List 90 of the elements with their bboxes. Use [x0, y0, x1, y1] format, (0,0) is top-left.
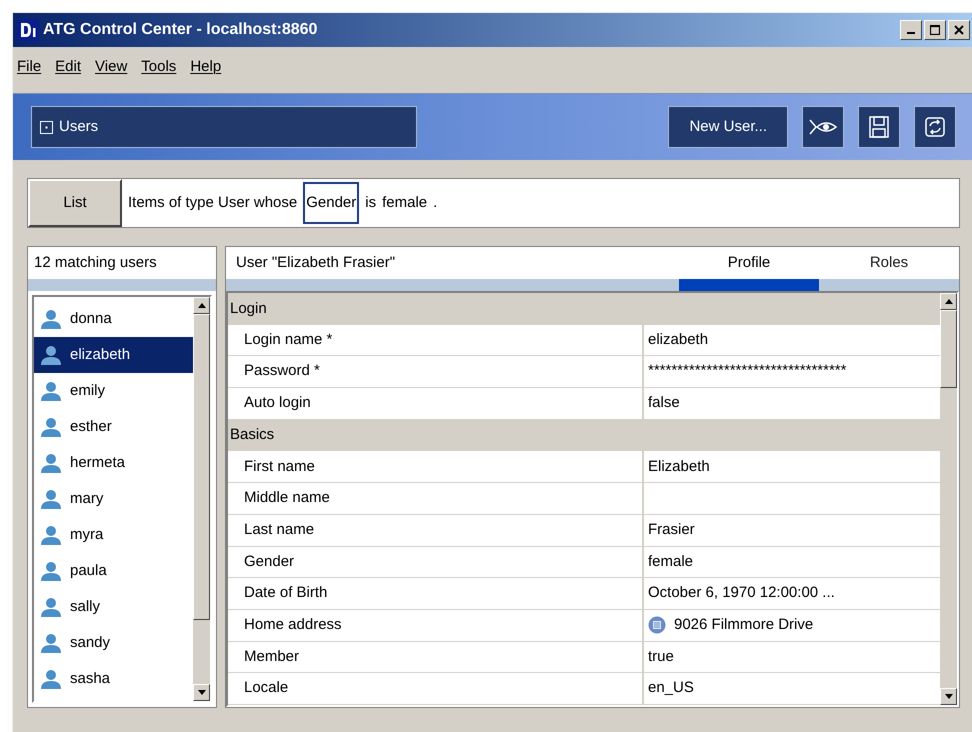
menu-item[interactable]: Tools — [141, 56, 176, 78]
maximize-icon — [930, 25, 940, 35]
user-icon — [40, 597, 62, 617]
user-list-item[interactable]: elizabeth — [34, 337, 193, 373]
up-arrow-icon — [198, 303, 206, 308]
scrollbar[interactable] — [193, 297, 210, 701]
scroll-thumb[interactable] — [193, 314, 210, 620]
up-arrow-icon — [944, 299, 952, 304]
user-list-item[interactable]: myra — [34, 517, 193, 553]
section-header: Basics — [230, 425, 274, 446]
property-label: Last name — [228, 514, 644, 546]
menu-item[interactable]: Edit — [55, 56, 82, 78]
detail-title: User "Elizabeth Frasier" — [236, 252, 396, 273]
view-button[interactable] — [802, 106, 844, 148]
dot-square-icon — [40, 120, 53, 134]
user-list-item[interactable]: sasha — [34, 661, 193, 697]
close-icon — [954, 25, 964, 35]
user-icon — [40, 309, 62, 329]
user-list-item[interactable]: paula — [34, 553, 193, 589]
property-value[interactable]: elizabeth — [644, 324, 940, 356]
view-label: Users — [59, 116, 98, 137]
query-text: is — [365, 192, 376, 213]
property-value[interactable]: ********************************** — [644, 356, 940, 388]
user-list-item[interactable]: mary — [34, 481, 193, 517]
user-list-item[interactable]: hermeta — [34, 445, 193, 481]
property-label: Login name * — [228, 324, 644, 356]
query-text: Items of type User whose — [128, 192, 298, 213]
user-list-item[interactable]: sandy — [34, 625, 193, 661]
view-selector[interactable]: Users — [31, 106, 417, 148]
scroll-down-button[interactable] — [940, 688, 957, 705]
property-value[interactable]: female — [644, 546, 940, 578]
property-value[interactable]: Frasier — [644, 514, 940, 546]
save-button[interactable] — [858, 106, 900, 148]
user-icon — [40, 453, 62, 473]
scroll-up-button[interactable] — [193, 297, 210, 314]
refresh-button[interactable] — [914, 106, 956, 148]
property-label: Auto login — [228, 388, 644, 419]
user-icon — [40, 417, 62, 437]
scrollbar[interactable] — [940, 293, 957, 705]
property-value[interactable]: 9026 Filmmore Drive — [644, 610, 940, 641]
menu-item[interactable]: Help — [190, 56, 222, 78]
menu-item[interactable]: View — [95, 56, 128, 78]
down-arrow-icon — [198, 690, 206, 695]
section-header: Login — [230, 298, 267, 319]
tab[interactable]: Roles — [819, 252, 959, 274]
refresh-icon — [925, 117, 945, 137]
list-button[interactable]: List — [28, 179, 122, 227]
user-list-item[interactable]: donna — [34, 301, 193, 337]
user-icon — [40, 669, 62, 689]
close-button[interactable] — [948, 20, 970, 40]
user-icon — [40, 381, 62, 401]
user-list-item[interactable]: sally — [34, 589, 193, 625]
property-label: First name — [228, 451, 644, 482]
minimize-button[interactable] — [900, 20, 922, 40]
user-icon — [40, 633, 62, 653]
maximize-button[interactable] — [924, 20, 946, 40]
user-list-item[interactable]: emily — [34, 373, 193, 409]
property-label: Gender — [228, 546, 644, 578]
property-label: Locale — [228, 673, 644, 704]
property-label: Middle name — [228, 483, 644, 514]
new-user-button[interactable]: New User... — [668, 106, 788, 148]
user-icon — [40, 345, 62, 365]
minimize-icon — [907, 32, 915, 34]
panel-header: 12 matching users — [34, 252, 157, 273]
property-value[interactable]: true — [644, 642, 940, 672]
property-value[interactable]: false — [644, 388, 940, 419]
property-value[interactable]: October 6, 1970 12:00:00 ... — [644, 578, 940, 609]
scroll-thumb[interactable] — [940, 310, 957, 388]
query-field[interactable]: Gender — [303, 182, 360, 224]
menu-item[interactable]: File — [17, 56, 42, 78]
property-value[interactable]: en_US — [644, 673, 940, 704]
user-icon — [40, 561, 62, 581]
list-icon — [648, 616, 666, 634]
query-text: . — [433, 192, 438, 213]
property-label: Home address — [228, 610, 644, 641]
scroll-down-button[interactable] — [193, 684, 210, 701]
query-text: female — [382, 192, 428, 213]
window-title: ATG Control Center - localhost:8860 — [43, 20, 318, 40]
tab[interactable]: Profile — [679, 252, 819, 274]
user-icon — [40, 489, 62, 509]
eye-icon — [809, 118, 837, 136]
down-arrow-icon — [944, 694, 952, 699]
user-list-item[interactable]: esther — [34, 409, 193, 445]
property-label: Date of Birth — [228, 578, 644, 609]
user-icon — [40, 525, 62, 545]
property-label: Password * — [228, 356, 644, 388]
scroll-up-button[interactable] — [940, 293, 957, 310]
property-label: Member — [228, 642, 644, 672]
property-value[interactable]: Elizabeth — [644, 451, 940, 482]
app-logo-icon — [17, 19, 39, 41]
